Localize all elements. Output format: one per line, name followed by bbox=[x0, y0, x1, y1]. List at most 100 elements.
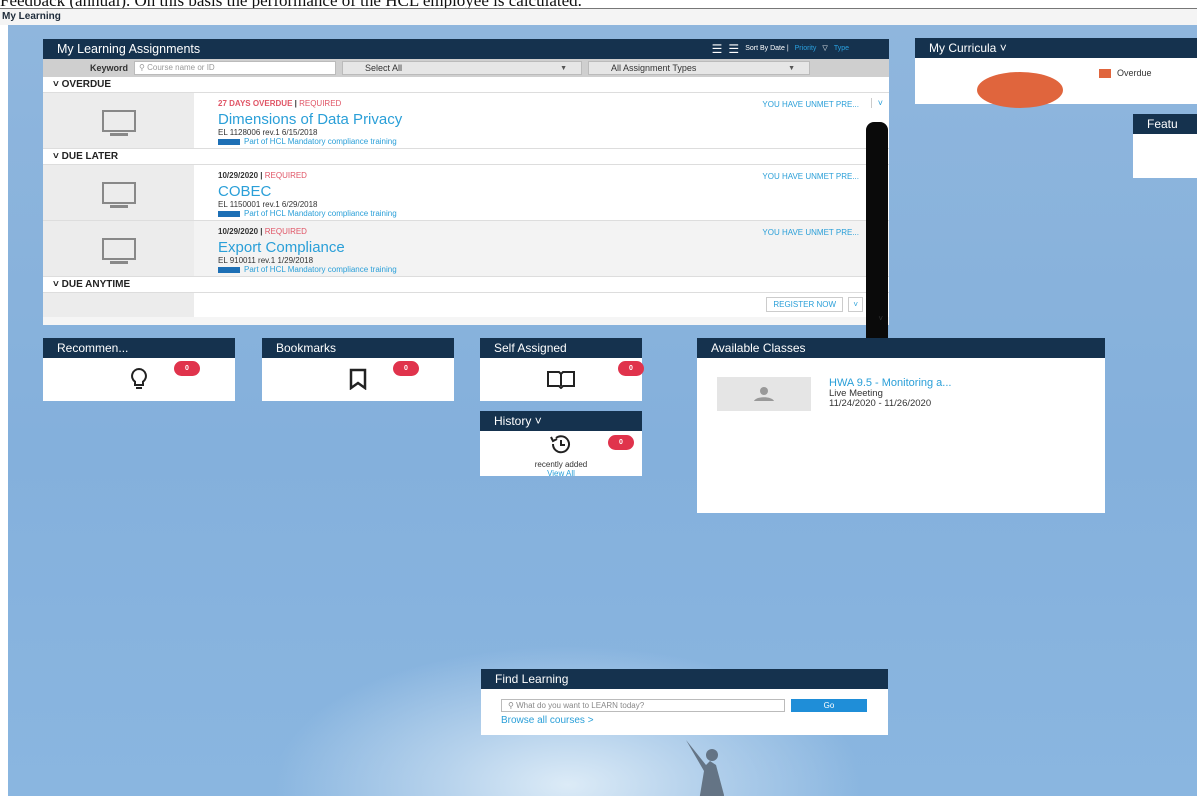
status-text: 10/29/2020 bbox=[218, 227, 259, 236]
monitor-icon bbox=[101, 181, 136, 208]
status-text: 10/29/2020 bbox=[218, 171, 259, 180]
self-assigned-tile[interactable]: Self Assigned 0 bbox=[480, 338, 644, 401]
filter-icon[interactable]: ▽ bbox=[822, 39, 827, 59]
figure-silhouette bbox=[686, 740, 724, 796]
register-now-button[interactable]: REGISTER NOW bbox=[766, 297, 843, 312]
filter-row: Keyword ⚲ Course name or ID Select All ▼ … bbox=[43, 59, 889, 77]
curricula-header[interactable]: My Curricula ˅ bbox=[915, 38, 1197, 58]
section-label: DUE LATER bbox=[61, 151, 119, 162]
curricula-legend: Overdue bbox=[1099, 68, 1152, 78]
bookmarks-tile[interactable]: Bookmarks 0 bbox=[262, 338, 454, 401]
bookmarks-count-badge: 0 bbox=[393, 361, 419, 376]
unmet-prereq-link[interactable]: YOU HAVE UNMET PRE... bbox=[762, 228, 859, 237]
list-item[interactable]: 10/29/2020 | REQUIRED Export Compliance … bbox=[43, 221, 889, 277]
chevron-down-icon: ˅ bbox=[534, 414, 542, 428]
keyword-label: Keyword bbox=[90, 63, 129, 73]
monitor-icon bbox=[101, 109, 136, 136]
legend-swatch bbox=[1099, 68, 1111, 78]
assignment-types-label: All Assignment Types bbox=[611, 63, 697, 73]
bookmark-icon bbox=[349, 368, 367, 390]
course-thumbnail bbox=[43, 221, 194, 276]
curriculum-icon bbox=[218, 266, 240, 273]
person-icon bbox=[754, 387, 774, 401]
learning-assignments-panel: My Learning Assignments ☰ ☰ Sort By Date… bbox=[43, 39, 889, 348]
chevron-down-icon: ▼ bbox=[560, 64, 568, 72]
featured-panel: Featu bbox=[1133, 114, 1197, 178]
available-classes-title: Available Classes bbox=[697, 338, 1105, 358]
course-thumbnail bbox=[43, 93, 194, 148]
go-button[interactable]: Go bbox=[791, 699, 867, 712]
course-id: EL 1150001 rev.1 6/29/2018 bbox=[218, 200, 318, 209]
section-label: OVERDUE bbox=[61, 79, 112, 90]
assignments-title: My Learning Assignments bbox=[57, 42, 201, 56]
history-recent-text: recently added bbox=[534, 460, 588, 469]
history-tile[interactable]: History ˅ 0 recently added View All bbox=[480, 411, 642, 478]
course-id: EL 910011 rev.1 1/29/2018 bbox=[218, 256, 314, 265]
curriculum-link[interactable]: Part of HCL Mandatory compliance trainin… bbox=[218, 137, 889, 146]
history-view-all-link[interactable]: View All bbox=[480, 469, 642, 478]
history-title: History bbox=[494, 414, 532, 428]
legend-label: Overdue bbox=[1117, 68, 1152, 78]
find-learning-input[interactable]: ⚲ What do you want to LEARN today? bbox=[501, 699, 785, 712]
filter-type-link[interactable]: Type bbox=[834, 39, 849, 59]
list-view-icon[interactable]: ☰ bbox=[712, 39, 723, 59]
chevron-down-icon: ▼ bbox=[788, 64, 796, 72]
recommended-tile[interactable]: Recommen... 0 bbox=[43, 338, 235, 401]
self-assigned-title: Self Assigned bbox=[480, 338, 642, 358]
self-assigned-count-badge: 0 bbox=[618, 361, 644, 376]
compact-view-icon[interactable]: ☰ bbox=[728, 39, 739, 59]
curricula-title: My Curricula bbox=[929, 41, 997, 55]
course-thumbnail bbox=[43, 293, 194, 317]
bookmarks-title: Bookmarks bbox=[262, 338, 454, 358]
browse-all-courses-link[interactable]: Browse all courses > bbox=[501, 715, 594, 726]
assignments-header: My Learning Assignments ☰ ☰ Sort By Date… bbox=[43, 39, 889, 59]
curriculum-icon bbox=[218, 138, 240, 145]
curricula-chart[interactable] bbox=[977, 72, 1063, 108]
curriculum-text: Part of HCL Mandatory compliance trainin… bbox=[244, 265, 397, 274]
curriculum-text: Part of HCL Mandatory compliance trainin… bbox=[244, 209, 397, 218]
course-thumbnail bbox=[43, 165, 194, 220]
sort-priority-link[interactable]: Priority bbox=[795, 39, 817, 59]
keyword-input[interactable]: ⚲ Course name or ID bbox=[134, 61, 337, 75]
history-header[interactable]: History ˅ bbox=[480, 411, 642, 431]
list-item[interactable]: 27 DAYS OVERDUE | REQUIRED Dimensions of… bbox=[43, 93, 889, 149]
curriculum-link[interactable]: Part of HCL Mandatory compliance trainin… bbox=[218, 265, 889, 274]
section-label: DUE ANYTIME bbox=[61, 279, 131, 290]
course-title-link[interactable]: Export Compliance bbox=[218, 240, 889, 256]
search-icon: ⚲ bbox=[508, 701, 514, 710]
select-all-dropdown[interactable]: Select All ▼ bbox=[342, 61, 583, 75]
scroll-down-icon[interactable]: ˅ bbox=[878, 314, 883, 323]
course-id: EL 1128006 rev.1 6/15/2018 bbox=[218, 128, 318, 137]
required-tag: REQUIRED bbox=[264, 171, 307, 180]
list-item[interactable]: REGISTER NOW ˅ bbox=[43, 293, 889, 317]
course-title-link[interactable]: Dimensions of Data Privacy bbox=[218, 112, 889, 128]
class-item[interactable]: HWA 9.5 - Monitoring a... Live Meeting 1… bbox=[717, 377, 951, 411]
monitor-icon bbox=[101, 237, 136, 264]
status-text: 27 DAYS OVERDUE bbox=[218, 99, 293, 108]
chevron-down-icon[interactable]: ˅ bbox=[870, 98, 883, 108]
section-due-later[interactable]: ˅ DUE LATER bbox=[43, 149, 889, 165]
section-overdue[interactable]: ˅ OVERDUE bbox=[43, 77, 889, 93]
required-tag: REQUIRED bbox=[299, 99, 342, 108]
curricula-panel: My Curricula ˅ Overdue bbox=[915, 38, 1197, 108]
chevron-down-icon[interactable]: ˅ bbox=[848, 297, 863, 312]
find-learning-placeholder: What do you want to LEARN today? bbox=[516, 701, 645, 710]
unmet-prereq-link[interactable]: YOU HAVE UNMET PRE... bbox=[762, 172, 859, 181]
course-title-link[interactable]: COBEC bbox=[218, 184, 889, 200]
select-all-label: Select All bbox=[365, 63, 403, 73]
book-icon bbox=[547, 371, 575, 389]
chevron-down-icon: ˅ bbox=[999, 41, 1007, 55]
document-caption: Feedback (annual). On this basis the per… bbox=[0, 0, 1197, 8]
section-due-anytime[interactable]: ˅ DUE ANYTIME bbox=[43, 277, 889, 293]
history-count-badge: 0 bbox=[608, 435, 634, 450]
class-dates: 11/24/2020 - 11/26/2020 bbox=[829, 398, 932, 409]
curriculum-link[interactable]: Part of HCL Mandatory compliance trainin… bbox=[218, 209, 889, 218]
list-item[interactable]: 10/29/2020 | REQUIRED COBEC EL 1150001 r… bbox=[43, 165, 889, 221]
featured-title: Featu bbox=[1133, 114, 1197, 134]
scrollbar[interactable] bbox=[866, 122, 888, 348]
page-title: My Learning bbox=[0, 9, 1197, 25]
assignment-types-dropdown[interactable]: All Assignment Types ▼ bbox=[588, 61, 811, 75]
find-learning-panel: Find Learning ⚲ What do you want to LEAR… bbox=[481, 669, 888, 735]
unmet-prereq-link[interactable]: YOU HAVE UNMET PRE... bbox=[762, 100, 859, 109]
available-classes-panel: Available Classes HWA 9.5 - Monitoring a… bbox=[697, 338, 1105, 513]
